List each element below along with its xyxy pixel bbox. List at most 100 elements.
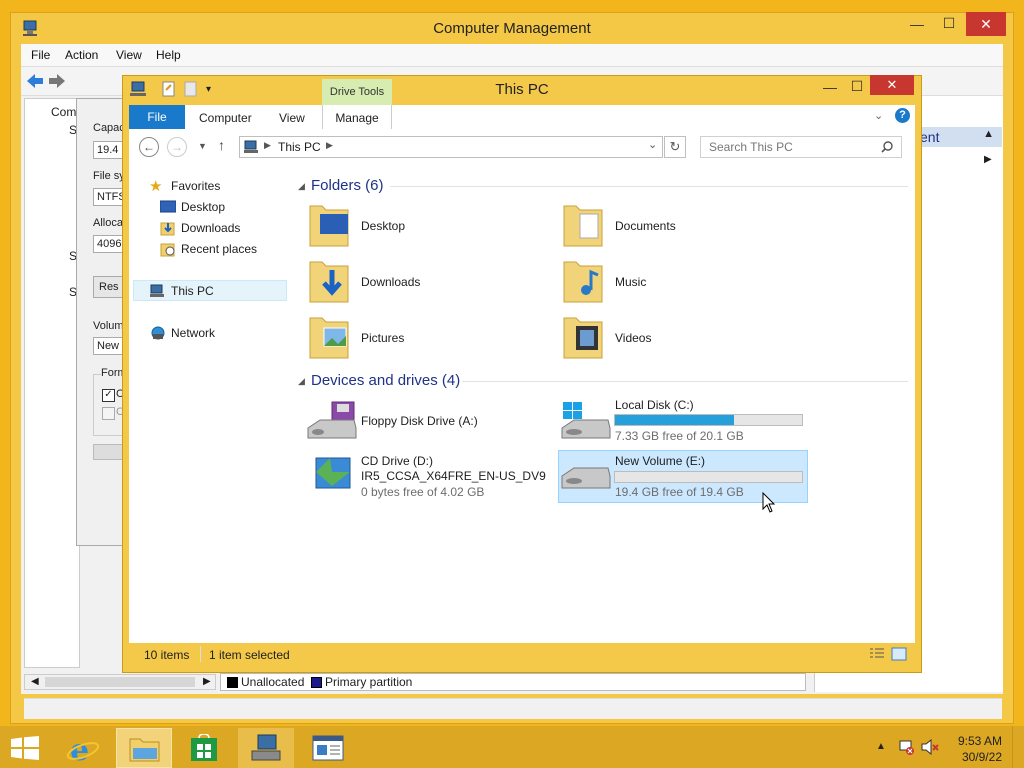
menu-help[interactable]: Help — [156, 48, 181, 62]
nav-desktop[interactable]: Desktop — [181, 200, 225, 214]
expand-arrow-icon[interactable]: ▶ — [984, 154, 992, 165]
explorer-maximize-button[interactable]: ☐ — [843, 76, 871, 96]
drive-c-name[interactable]: Local Disk (C:) — [615, 398, 694, 412]
clock-time[interactable]: 9:53 AM — [932, 734, 1002, 748]
actions-header[interactable]: ent ▲ — [912, 127, 1002, 147]
devices-group-header[interactable]: Devices and drives (4) — [311, 372, 460, 389]
drive-e-free: 19.4 GB free of 19.4 GB — [615, 485, 744, 499]
music-folder-icon — [563, 261, 603, 303]
menu-action[interactable]: Action — [65, 48, 98, 62]
cm-horizontal-scrollbar[interactable]: ◀ ▶ — [24, 674, 216, 690]
documents-folder-icon — [563, 205, 603, 247]
recent-locations-icon[interactable]: ▼ — [198, 141, 207, 151]
show-hidden-icons[interactable]: ▲ — [876, 741, 886, 752]
large-icons-view-icon[interactable] — [891, 647, 907, 661]
cm-window-title: Computer Management — [433, 20, 591, 37]
details-view-icon[interactable] — [869, 647, 885, 661]
start-windows-icon[interactable] — [10, 736, 40, 760]
search-icon[interactable] — [881, 141, 893, 153]
floppy-drive-icon — [307, 401, 357, 439]
folder-downloads[interactable]: Downloads — [361, 275, 420, 289]
expand-ribbon-icon[interactable]: ⌄ — [874, 109, 883, 122]
devices-collapse-icon[interactable]: ◢ — [298, 376, 305, 387]
cm-menu-bar: File Action View Help — [21, 44, 1003, 67]
store-icon — [191, 734, 217, 761]
cm-minimize-button[interactable]: — — [902, 14, 932, 34]
volume-label: Volum — [93, 320, 124, 332]
quick-format-checkbox[interactable]: ✓ — [102, 389, 115, 402]
taskbar-computer-management[interactable] — [238, 728, 294, 768]
drive-d-label: IR5_CCSA_X64FRE_EN-US_DV9 — [361, 469, 546, 483]
videos-folder-icon — [563, 317, 603, 359]
drive-tools-context-tab: Drive Tools — [322, 79, 392, 105]
folder-pictures[interactable]: Pictures — [361, 331, 404, 345]
taskbar-file-explorer[interactable] — [116, 728, 172, 768]
search-placeholder: Search This PC — [709, 140, 793, 154]
folder-videos[interactable]: Videos — [615, 331, 651, 345]
forward-arrow-icon[interactable] — [47, 72, 67, 90]
cm-close-button[interactable]: ✕ — [966, 12, 1006, 36]
tab-computer[interactable]: Computer — [199, 111, 252, 125]
address-text[interactable]: This PC — [278, 140, 321, 154]
drive-a-name[interactable]: Floppy Disk Drive (A:) — [361, 414, 478, 428]
forward-button[interactable]: → — [167, 137, 187, 157]
legend-unallocated: Unallocated — [241, 675, 305, 689]
drive-e-name[interactable]: New Volume (E:) — [615, 454, 705, 468]
new-volume-drive-icon — [561, 467, 611, 489]
menu-file[interactable]: File — [31, 48, 50, 62]
back-button[interactable]: ← — [139, 137, 159, 157]
nav-downloads[interactable]: Downloads — [181, 221, 240, 235]
nav-this-pc[interactable]: This PC — [171, 284, 214, 298]
explorer-minimize-button[interactable]: — — [816, 77, 844, 97]
tab-manage[interactable]: Manage — [322, 105, 392, 129]
pictures-folder-icon — [309, 317, 349, 359]
folder-music[interactable]: Music — [615, 275, 646, 289]
refresh-icon[interactable]: ↻ — [664, 136, 686, 158]
taskbar-notepad-window[interactable] — [300, 728, 356, 768]
unallocated-swatch — [227, 677, 238, 688]
search-box[interactable]: Search This PC — [700, 136, 902, 158]
desktop-folder-icon — [309, 205, 349, 247]
clock-date[interactable]: 30/9/22 — [932, 750, 1002, 764]
nav-favorites[interactable]: Favorites — [171, 179, 220, 193]
cd-drive-icon — [315, 457, 351, 489]
tab-view[interactable]: View — [279, 111, 305, 125]
tab-file[interactable]: File — [129, 105, 185, 129]
nav-recent-places[interactable]: Recent places — [181, 242, 257, 256]
drive-d-name[interactable]: CD Drive (D:) — [361, 454, 433, 468]
cm-status-bar — [24, 698, 1002, 719]
menu-view[interactable]: View — [116, 48, 142, 62]
back-arrow-icon[interactable] — [25, 72, 45, 90]
folder-documents[interactable]: Documents — [615, 219, 676, 233]
action-center-flag-icon[interactable] — [897, 739, 915, 755]
show-desktop-button[interactable] — [1012, 726, 1024, 768]
collapse-arrow-icon[interactable]: ▲ — [983, 128, 994, 140]
taskbar-store[interactable] — [176, 728, 232, 768]
address-dropdown-icon[interactable]: ⌄ — [648, 138, 657, 151]
explorer-close-button[interactable]: ✕ — [870, 75, 914, 95]
nav-network[interactable]: Network — [171, 326, 215, 340]
scrollbar-thumb[interactable] — [45, 677, 195, 687]
drive-d-free: 0 bytes free of 4.02 GB — [361, 485, 485, 499]
capacity-label: Capac — [93, 122, 125, 134]
scroll-left-icon[interactable]: ◀ — [31, 676, 39, 687]
folders-collapse-icon[interactable]: ◢ — [298, 181, 305, 192]
scroll-right-icon[interactable]: ▶ — [203, 676, 211, 687]
tree-item-root[interactable]: Com — [51, 105, 76, 119]
address-bar[interactable]: ▶ This PC ▶ ⌄ — [239, 136, 663, 158]
allocation-label: Alloca — [93, 217, 123, 229]
compression-checkbox[interactable] — [102, 407, 115, 420]
taskbar-internet-explorer[interactable]: e — [58, 728, 114, 768]
up-button[interactable]: ↑ — [218, 137, 225, 153]
help-icon[interactable]: ? — [895, 108, 910, 123]
cm-maximize-button[interactable]: ☐ — [934, 13, 964, 33]
actions-header-label: ent — [920, 129, 940, 145]
folders-group-header[interactable]: Folders (6) — [311, 177, 384, 194]
window-app-icon — [312, 735, 344, 761]
folder-desktop[interactable]: Desktop — [361, 219, 405, 233]
devices-divider — [462, 381, 908, 382]
network-icon — [151, 326, 165, 340]
desktop-icon — [160, 200, 176, 213]
breadcrumb-chevron-icon[interactable]: ▶ — [326, 140, 333, 151]
breadcrumb-chevron-icon[interactable]: ▶ — [264, 140, 271, 151]
